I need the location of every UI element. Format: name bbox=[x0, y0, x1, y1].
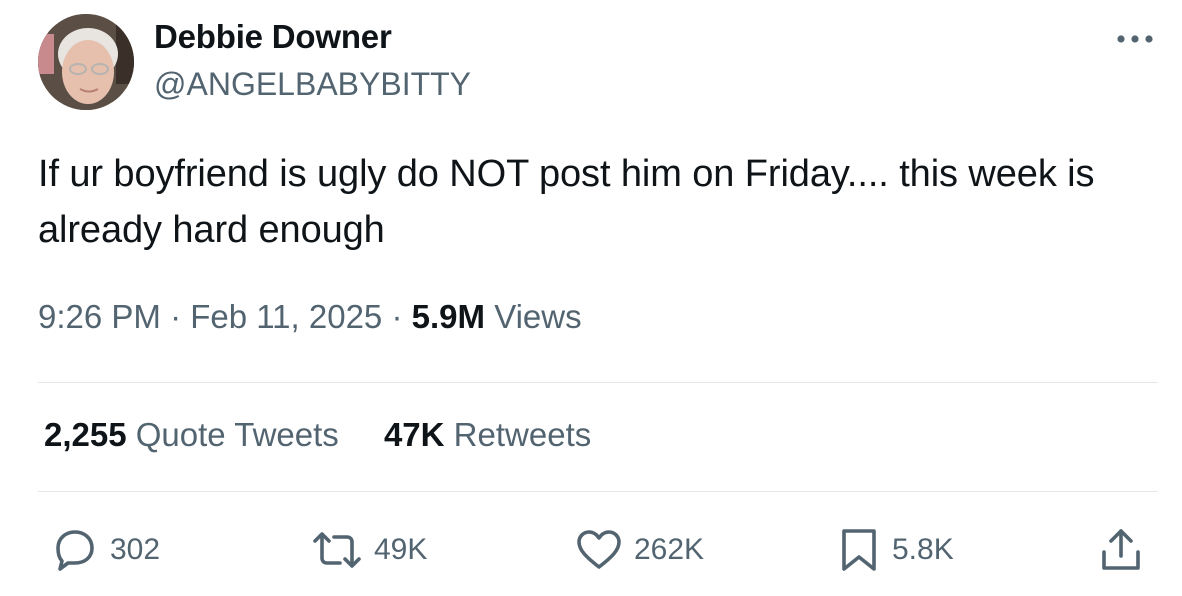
author-handle[interactable]: @ANGELBABYBITTY bbox=[154, 66, 471, 103]
avatar[interactable] bbox=[38, 14, 134, 110]
bookmark-count: 5.8K bbox=[892, 533, 954, 566]
meta-separator: · bbox=[170, 298, 182, 335]
like-count: 262K bbox=[634, 533, 705, 566]
engagement-stats: 2,255 Quote Tweets 47K Retweets bbox=[44, 416, 591, 454]
speech-bubble-icon bbox=[56, 530, 94, 571]
retweets-stat[interactable]: 47K Retweets bbox=[384, 416, 591, 454]
tweet-time[interactable]: 9:26 PM bbox=[38, 298, 161, 335]
divider bbox=[38, 491, 1158, 492]
views-label: Views bbox=[494, 298, 582, 335]
bookmark-button[interactable]: 5.8K bbox=[836, 526, 954, 574]
heart-icon bbox=[577, 530, 621, 569]
more-horizontal-icon bbox=[1117, 35, 1153, 43]
meta-separator: · bbox=[391, 298, 403, 335]
divider bbox=[38, 382, 1158, 383]
retweet-button[interactable]: 49K bbox=[310, 526, 427, 574]
more-options-button[interactable] bbox=[1112, 22, 1158, 56]
tweet-date[interactable]: Feb 11, 2025 bbox=[190, 298, 382, 335]
retweets-label: Retweets bbox=[453, 416, 592, 453]
quote-tweets-stat[interactable]: 2,255 Quote Tweets bbox=[44, 416, 339, 454]
quote-tweets-count: 2,255 bbox=[44, 416, 127, 453]
author-display-name[interactable]: Debbie Downer bbox=[154, 18, 392, 56]
share-upload-icon bbox=[1102, 529, 1140, 570]
retweet-arrows-icon bbox=[313, 532, 361, 568]
tweet-text: If ur boyfriend is ugly do NOT post him … bbox=[38, 153, 1095, 251]
share-button[interactable] bbox=[1098, 526, 1144, 574]
like-button[interactable]: 262K bbox=[574, 526, 704, 574]
reply-button[interactable]: 302 bbox=[50, 526, 160, 574]
tweet-meta: 9:26 PM · Feb 11, 2025 · 5.9M Views bbox=[38, 298, 582, 336]
retweets-count: 47K bbox=[383, 416, 445, 453]
views-count: 5.9M bbox=[411, 298, 486, 335]
bookmark-icon bbox=[842, 529, 876, 571]
reply-count: 302 bbox=[110, 533, 161, 566]
quote-tweets-label: Quote Tweets bbox=[135, 416, 339, 453]
avatar-photo bbox=[38, 14, 134, 110]
retweet-count: 49K bbox=[374, 533, 428, 566]
